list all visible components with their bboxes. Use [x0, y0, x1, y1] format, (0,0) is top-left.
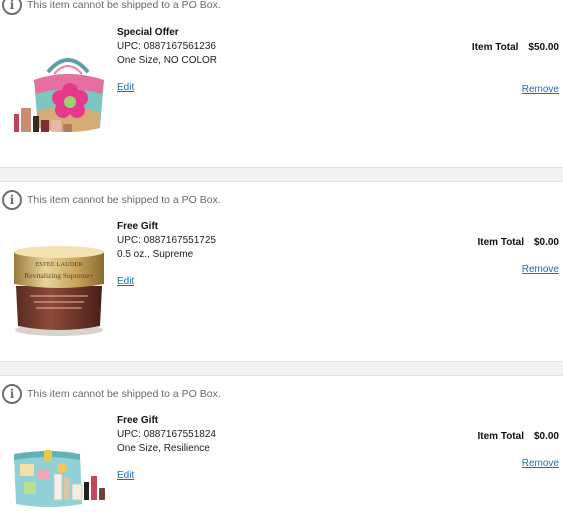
remove-link[interactable]: Remove — [522, 264, 559, 275]
item-total-label: Item Total — [477, 237, 524, 248]
item-name: Free Gift — [117, 415, 159, 426]
item-total: Item Total $0.00 — [477, 237, 559, 248]
item-total-value: $50.00 — [528, 42, 559, 53]
item-details: Special Offer UPC: 0887167561236 One Siz… — [117, 26, 217, 68]
po-box-notice: i This item cannot be shipped to a PO Bo… — [2, 0, 221, 15]
item-upc: UPC: 0887167561236 — [117, 41, 216, 52]
edit-link[interactable]: Edit — [117, 276, 134, 287]
po-box-notice: i This item cannot be shipped to a PO Bo… — [2, 384, 221, 404]
item-total: Item Total $0.00 — [477, 431, 559, 442]
info-icon: i — [2, 190, 22, 210]
cart-item: i This item cannot be shipped to a PO Bo… — [0, 376, 563, 524]
info-icon: i — [2, 0, 22, 15]
item-divider — [0, 167, 563, 182]
item-divider — [0, 361, 563, 376]
jar-brand-text: ESTEE LAUDER — [35, 261, 83, 268]
item-variant: 0.5 oz., Supreme — [117, 249, 194, 260]
item-upc: UPC: 0887167551725 — [117, 235, 216, 246]
edit-link[interactable]: Edit — [117, 470, 134, 481]
item-total-label: Item Total — [471, 42, 519, 53]
product-image-bag-gift-set[interactable] — [10, 50, 108, 160]
item-total: Item Total $50.00 — [472, 42, 559, 53]
item-name: Free Gift — [117, 221, 159, 232]
item-details: Free Gift UPC: 0887167551824 One Size, R… — [117, 414, 216, 456]
product-image-pouch-gift-set[interactable] — [10, 444, 108, 524]
edit-link[interactable]: Edit — [117, 82, 134, 93]
item-total-label: Item Total — [477, 431, 524, 442]
cart-item: i This item cannot be shipped to a PO Bo… — [0, 182, 563, 362]
po-box-notice-text: This item cannot be shipped to a PO Box. — [27, 194, 221, 206]
po-box-notice: i This item cannot be shipped to a PO Bo… — [2, 190, 221, 210]
item-variant: One Size, NO COLOR — [117, 55, 218, 66]
item-variant: One Size, Resilience — [117, 443, 210, 454]
cart-item: i This item cannot be shipped to a PO Bo… — [0, 0, 563, 167]
info-icon: i — [2, 384, 22, 404]
po-box-notice-text: This item cannot be shipped to a PO Box. — [27, 388, 221, 400]
item-total-value: $0.00 — [533, 237, 559, 248]
item-name: Special Offer — [117, 27, 179, 38]
item-total-value: $0.00 — [533, 431, 559, 442]
item-upc: UPC: 0887167551824 — [117, 429, 216, 440]
jar-product-text: Revitalizing Supreme+ — [24, 271, 93, 280]
product-image-cream-jar[interactable]: ESTEE LAUDER Revitalizing Supreme+ — [10, 234, 108, 344]
remove-link[interactable]: Remove — [522, 84, 559, 95]
remove-link[interactable]: Remove — [522, 458, 559, 469]
po-box-notice-text: This item cannot be shipped to a PO Box. — [27, 0, 221, 11]
item-details: Free Gift UPC: 0887167551725 0.5 oz., Su… — [117, 220, 216, 262]
